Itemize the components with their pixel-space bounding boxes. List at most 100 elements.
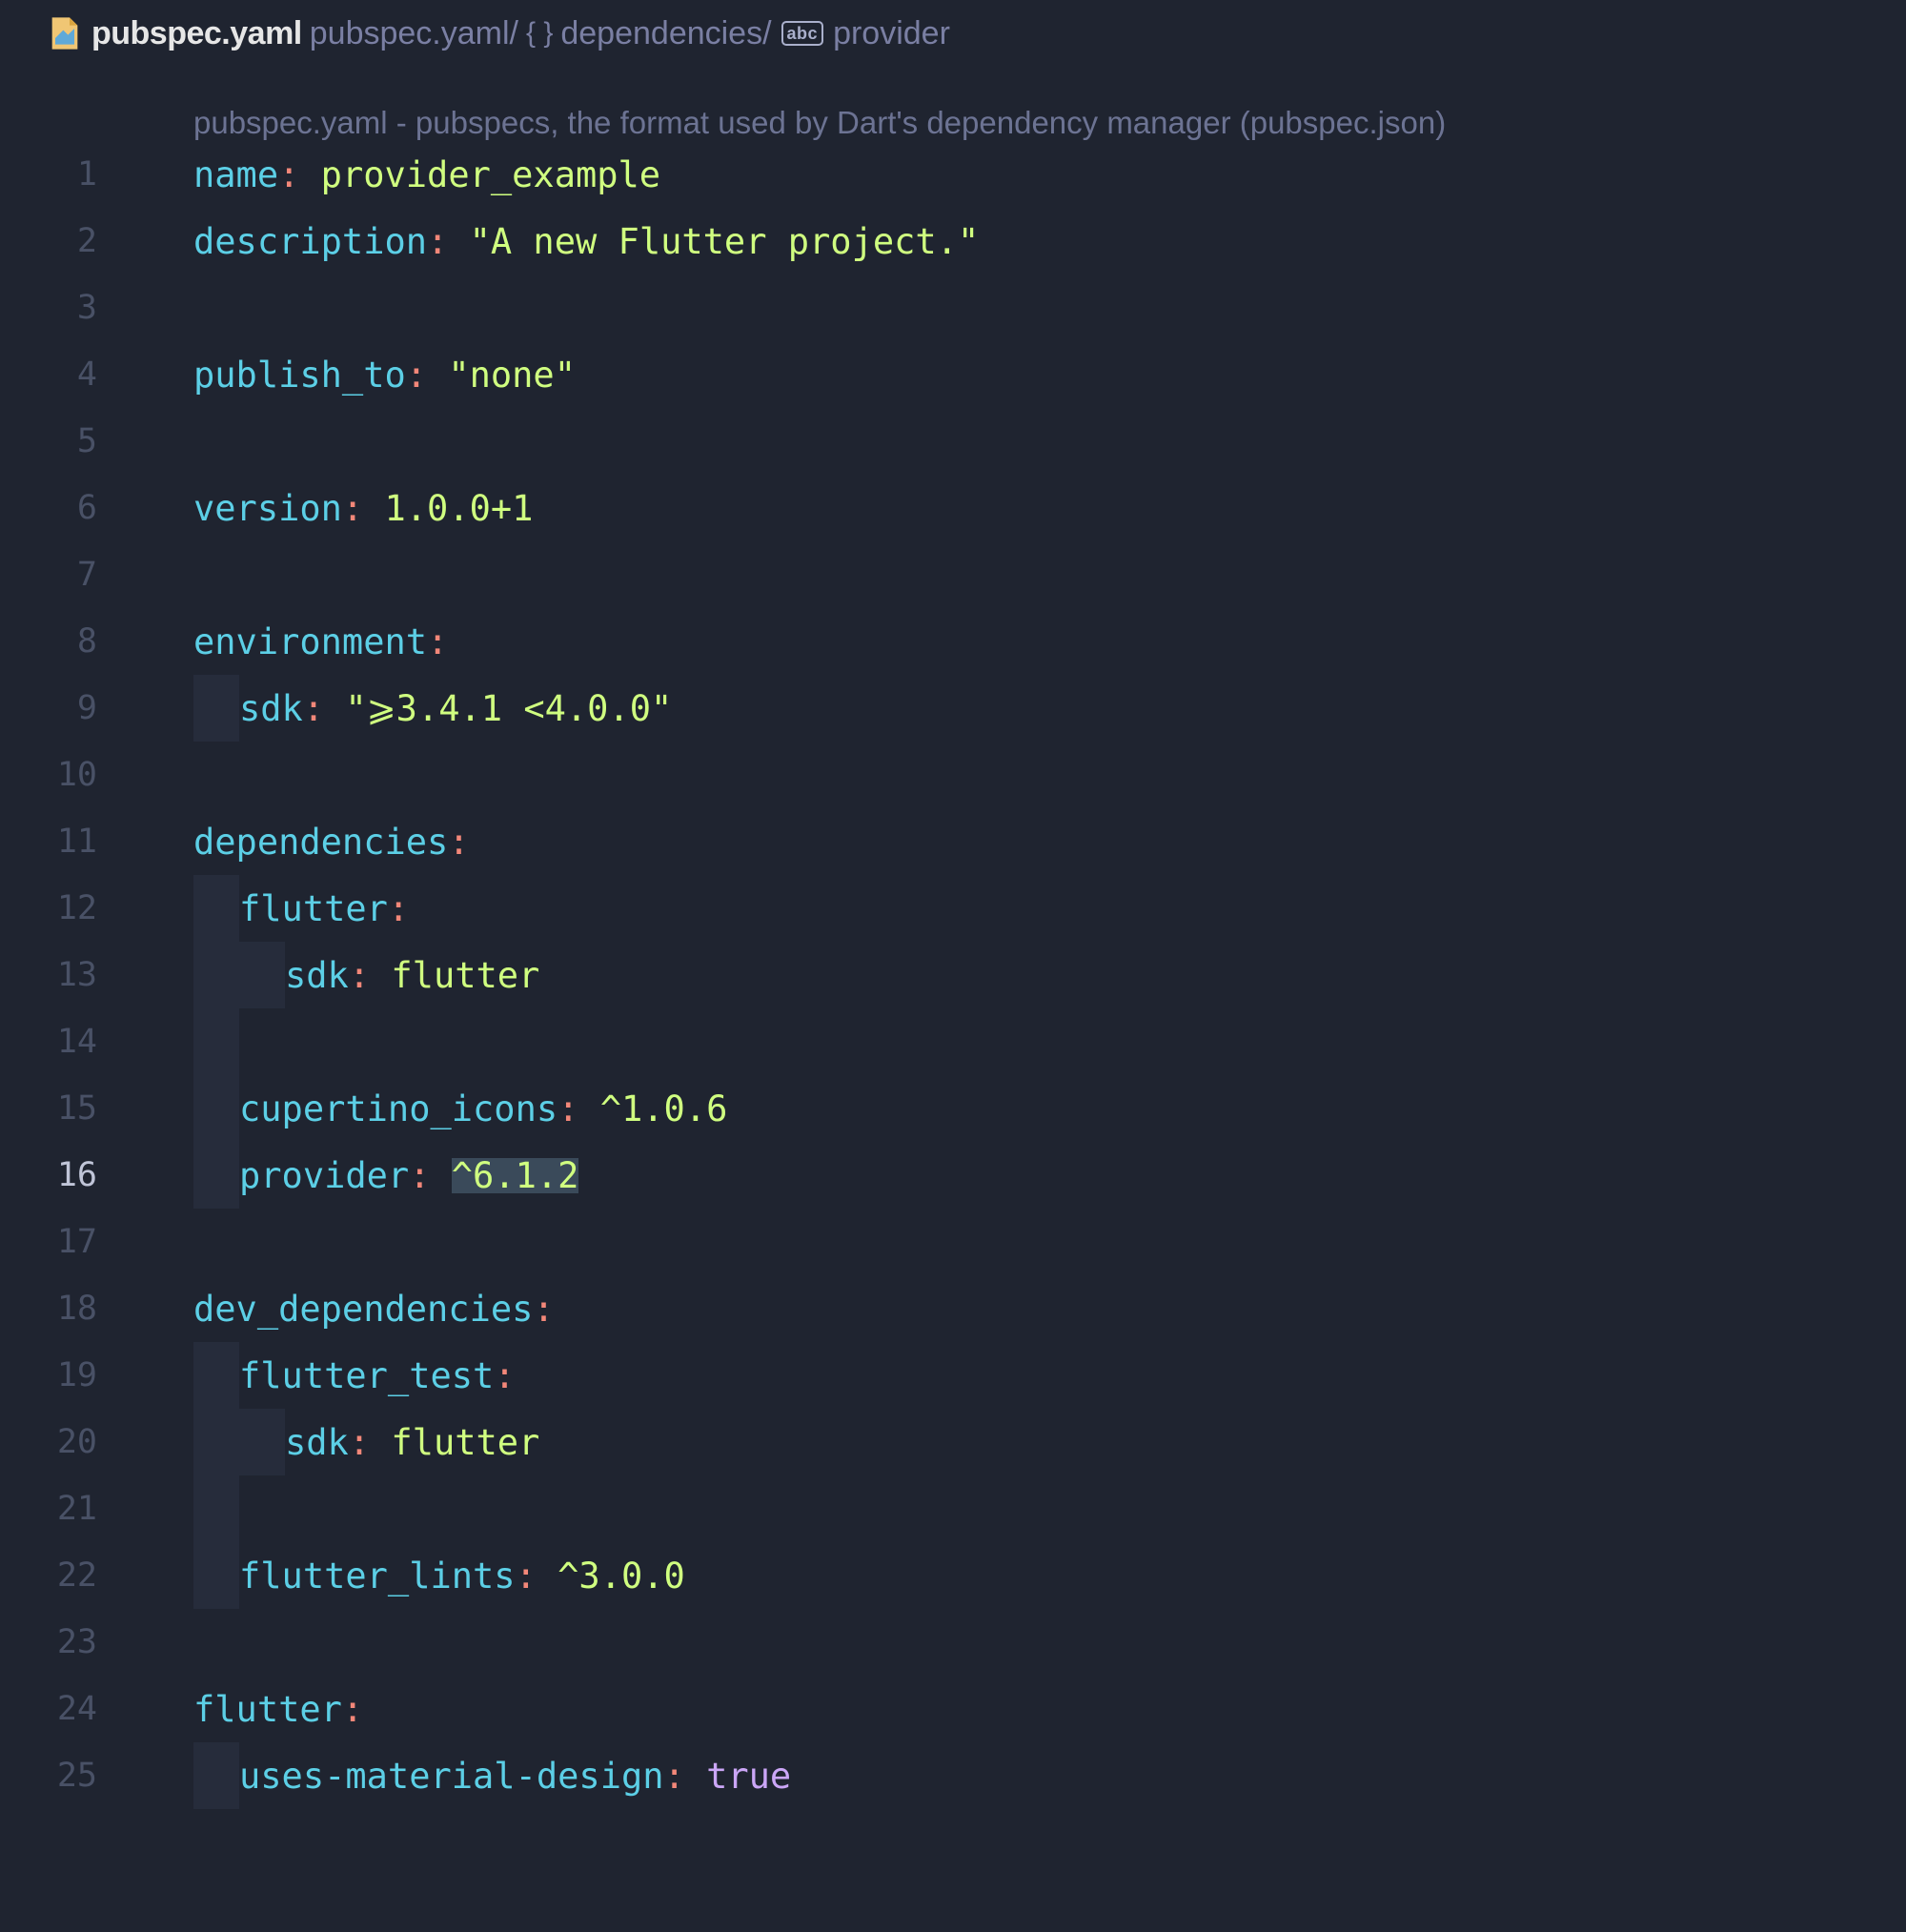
token: :: [406, 357, 427, 393]
indent-guide: [193, 1742, 239, 1809]
code-content[interactable]: version: 1.0.0+1: [132, 491, 533, 526]
token: ^6.1.2: [452, 1158, 579, 1193]
code-line[interactable]: 5: [0, 408, 1906, 475]
line-number: 15: [0, 1092, 132, 1126]
code-line[interactable]: 11dependencies:: [0, 808, 1906, 875]
code-content[interactable]: description: "A new Flutter project.": [132, 224, 979, 259]
line-number: 21: [0, 1493, 132, 1526]
code-line[interactable]: 9sdk: "⩾3.4.1 <4.0.0": [0, 675, 1906, 742]
line-number: 24: [0, 1693, 132, 1726]
breadcrumb-segment-dependencies[interactable]: dependencies/: [560, 15, 771, 52]
line-number: 19: [0, 1359, 132, 1393]
line-number: 7: [0, 559, 132, 592]
line-number: 16: [0, 1159, 132, 1192]
token: [363, 491, 384, 526]
code-line[interactable]: 14: [0, 1008, 1906, 1075]
code-content[interactable]: flutter:: [132, 1692, 363, 1727]
token: [685, 1759, 706, 1794]
token: flutter: [239, 891, 388, 926]
code-line[interactable]: 25uses-material-design: true: [0, 1742, 1906, 1809]
code-line[interactable]: 12flutter:: [0, 875, 1906, 942]
indent-guide: [193, 1075, 239, 1142]
line-number: 3: [0, 292, 132, 325]
line-number: 13: [0, 959, 132, 992]
token: cupertino_icons: [239, 1091, 558, 1127]
yaml-file-icon: [46, 14, 84, 52]
code-line[interactable]: 2description: "A new Flutter project.": [0, 208, 1906, 275]
token: :: [448, 824, 469, 860]
line-number: 17: [0, 1226, 132, 1259]
code-line[interactable]: 10: [0, 742, 1906, 808]
code-content[interactable]: flutter:: [132, 875, 409, 942]
token: [370, 1425, 391, 1460]
code-line[interactable]: 6version: 1.0.0+1: [0, 475, 1906, 541]
code-content[interactable]: flutter_lints: ^3.0.0: [132, 1542, 685, 1609]
token: [324, 691, 345, 726]
code-content[interactable]: sdk: flutter: [132, 942, 539, 1008]
token: [448, 224, 469, 259]
token: :: [349, 1425, 370, 1460]
indent-guide: [239, 942, 285, 1008]
code-line[interactable]: 4publish_to: "none": [0, 341, 1906, 408]
code-content[interactable]: sdk: flutter: [132, 1409, 539, 1475]
token: :: [664, 1759, 685, 1794]
token: :: [278, 157, 299, 193]
code-line[interactable]: 16provider: ^6.1.2: [0, 1142, 1906, 1209]
token: true: [706, 1759, 791, 1794]
code-content[interactable]: cupertino_icons: ^1.0.6: [132, 1075, 727, 1142]
code-line[interactable]: 3: [0, 275, 1906, 341]
line-number: 12: [0, 892, 132, 925]
token: "none": [448, 357, 576, 393]
code-content[interactable]: name: provider_example: [132, 157, 660, 193]
code-line[interactable]: 18dev_dependencies:: [0, 1275, 1906, 1342]
indent-guide: [193, 942, 239, 1008]
code-content[interactable]: provider: ^6.1.2: [132, 1142, 578, 1209]
code-content[interactable]: sdk: "⩾3.4.1 <4.0.0": [132, 675, 672, 742]
breadcrumb-segment-provider[interactable]: provider: [833, 15, 950, 52]
code-line[interactable]: 1name: provider_example: [0, 141, 1906, 208]
line-number: 18: [0, 1292, 132, 1326]
token: name: [193, 157, 278, 193]
line-number: 14: [0, 1026, 132, 1059]
breadcrumb-file-path[interactable]: pubspec.yaml/: [310, 15, 518, 52]
token: environment: [193, 624, 427, 660]
token: [299, 157, 320, 193]
code-content[interactable]: dependencies:: [132, 824, 470, 860]
code-content[interactable]: environment:: [132, 624, 448, 660]
token: ^3.0.0: [558, 1558, 685, 1594]
code-line[interactable]: 13sdk: flutter: [0, 942, 1906, 1008]
code-line[interactable]: 19flutter_test:: [0, 1342, 1906, 1409]
token: [370, 958, 391, 993]
code-line[interactable]: 8environment:: [0, 608, 1906, 675]
token: :: [558, 1091, 578, 1127]
code-line[interactable]: 20sdk: flutter: [0, 1409, 1906, 1475]
token: provider: [239, 1158, 409, 1193]
code-line[interactable]: 24flutter:: [0, 1676, 1906, 1742]
code-container[interactable]: 1name: provider_example2description: "A …: [0, 141, 1906, 1809]
code-line[interactable]: 23: [0, 1609, 1906, 1676]
indent-guide: [193, 675, 239, 742]
line-number: 2: [0, 225, 132, 258]
code-line[interactable]: 17: [0, 1209, 1906, 1275]
breadcrumb-file-active[interactable]: pubspec.yaml: [91, 15, 302, 52]
code-content[interactable]: flutter_test:: [132, 1342, 516, 1409]
token: :: [388, 891, 409, 926]
hint-text: pubspec.yaml - pubspecs, the format used…: [132, 105, 1446, 141]
token: flutter_test: [239, 1358, 494, 1393]
token: [578, 1091, 599, 1127]
code-content[interactable]: [132, 1008, 239, 1075]
code-line[interactable]: 21: [0, 1475, 1906, 1542]
code-content[interactable]: uses-material-design: true: [132, 1742, 791, 1809]
line-number: 8: [0, 625, 132, 659]
line-number: 9: [0, 692, 132, 725]
code-line[interactable]: 22flutter_lints: ^3.0.0: [0, 1542, 1906, 1609]
code-line[interactable]: 7: [0, 541, 1906, 608]
code-content[interactable]: dev_dependencies:: [132, 1291, 555, 1327]
line-number: 11: [0, 825, 132, 859]
line-number: 5: [0, 425, 132, 458]
code-content[interactable]: [132, 1475, 239, 1542]
indent-guide: [193, 1008, 239, 1075]
code-content[interactable]: publish_to: "none": [132, 357, 576, 393]
editor-area[interactable]: pubspec.yaml - pubspecs, the format used…: [0, 67, 1906, 1809]
code-line[interactable]: 15cupertino_icons: ^1.0.6: [0, 1075, 1906, 1142]
